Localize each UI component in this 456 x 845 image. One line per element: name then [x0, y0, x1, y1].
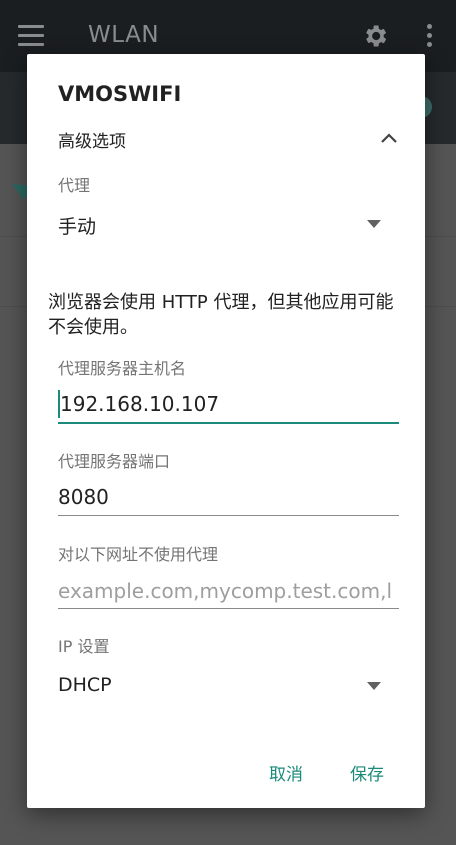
app-title: WLAN	[88, 22, 160, 48]
gear-icon[interactable]	[361, 22, 389, 50]
hostname-label: 代理服务器主机名	[58, 359, 187, 378]
chevron-up-icon[interactable]	[379, 128, 399, 148]
save-button[interactable]: 保存	[350, 760, 384, 785]
dropdown-arrow-icon[interactable]	[367, 682, 381, 690]
bypass-underline	[58, 608, 399, 609]
port-field[interactable]	[58, 479, 399, 515]
proxy-warning-text: 浏览器会使用 HTTP 代理，但其他应用可能不会使用。	[48, 292, 394, 338]
dialog-title: VMOSWIFI	[58, 82, 182, 106]
hostname-field[interactable]	[60, 386, 399, 422]
ip-settings-label: IP 设置	[58, 637, 110, 656]
advanced-options-toggle[interactable]: 高级选项	[58, 127, 126, 152]
bypass-label: 对以下网址不使用代理	[58, 545, 219, 564]
port-label: 代理服务器端口	[58, 452, 171, 471]
proxy-label: 代理	[58, 176, 91, 195]
port-underline	[58, 515, 399, 516]
hostname-underline	[58, 422, 399, 424]
more-vert-icon[interactable]	[424, 24, 434, 50]
proxy-select[interactable]: 手动	[58, 212, 96, 239]
dropdown-arrow-icon[interactable]	[367, 220, 381, 228]
bypass-field[interactable]	[58, 573, 399, 609]
ip-settings-select[interactable]: DHCP	[58, 674, 112, 696]
cancel-button[interactable]: 取消	[269, 760, 303, 785]
menu-icon[interactable]	[18, 25, 44, 47]
network-config-dialog: VMOSWIFI 高级选项 代理 手动 浏览器会使用 HTTP 代理，但其他应用…	[27, 54, 425, 808]
